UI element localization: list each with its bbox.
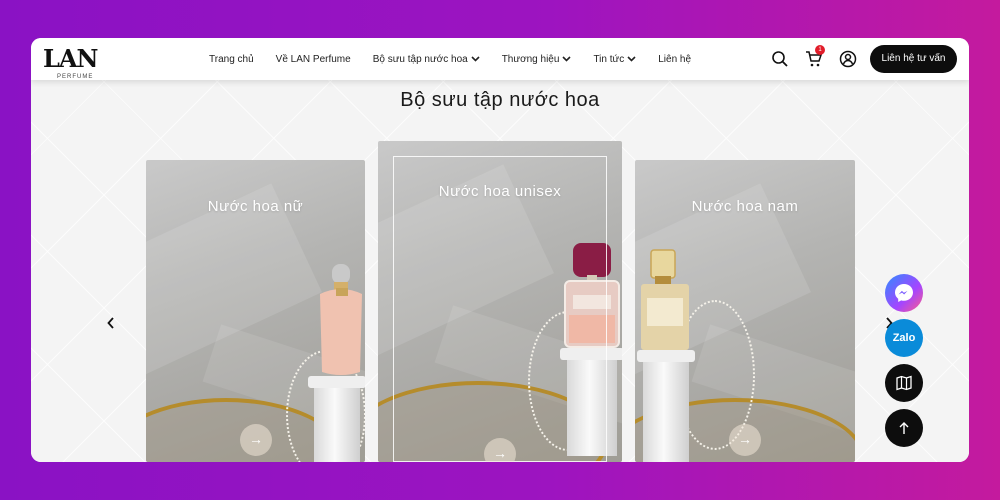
nav-item-news[interactable]: Tin tức xyxy=(593,54,636,65)
collection-card-arrow-button[interactable]: → xyxy=(240,424,272,456)
nav-item-label: Bộ sưu tập nước hoa xyxy=(372,53,468,65)
messenger-button[interactable] xyxy=(885,274,923,312)
search-icon xyxy=(772,51,788,67)
chevron-down-icon xyxy=(562,56,572,62)
collection-card-men[interactable]: Nước hoa nam → xyxy=(635,160,855,462)
search-button[interactable] xyxy=(771,50,789,68)
back-to-top-button[interactable] xyxy=(885,409,923,447)
nav-item-label: Liên hệ xyxy=(658,53,692,65)
arrow-up-icon xyxy=(899,422,909,434)
collection-card-women[interactable]: Nước hoa nữ → xyxy=(146,160,365,462)
logo[interactable]: LAN PERFUME xyxy=(43,44,123,80)
collection-card-arrow-button[interactable]: → xyxy=(729,424,761,456)
nav-item-label: Thương hiệu xyxy=(501,53,560,65)
card-highlight-border xyxy=(393,156,607,462)
chevron-down-icon xyxy=(627,56,636,62)
browser-frame: LAN PERFUME Trang chủ Về LAN Perfume Bộ … xyxy=(31,38,969,462)
collection-card-title: Nước hoa unisex xyxy=(438,183,562,200)
map-button[interactable] xyxy=(885,364,923,402)
nav-item-brands[interactable]: Thương hiệu xyxy=(502,54,572,65)
user-icon xyxy=(839,50,857,68)
collection-card-title: Nước hoa nam xyxy=(691,198,799,215)
cart-button[interactable]: 1 xyxy=(805,45,825,68)
main-nav: Trang chủ Về LAN Perfume Bộ sưu tập nước… xyxy=(209,38,713,80)
perfume-bottle-gold xyxy=(641,249,689,350)
carousel-prev-button[interactable] xyxy=(107,316,115,332)
account-button[interactable] xyxy=(839,50,857,68)
arrow-right-icon: → xyxy=(493,445,507,461)
collection-card-unisex[interactable]: Nước hoa unisex → xyxy=(378,141,622,462)
chevron-down-icon xyxy=(471,56,480,62)
collection-card-arrow-button[interactable]: → xyxy=(484,438,516,462)
section-title: Bộ sưu tập nước hoa xyxy=(400,89,600,111)
pedestal xyxy=(314,385,360,462)
arrow-right-icon: → xyxy=(738,431,752,447)
arrow-right-icon: → xyxy=(249,431,263,447)
perfume-bottle-pink xyxy=(320,264,362,375)
collection-card-title: Nước hoa nữ xyxy=(207,198,304,215)
zalo-icon: Zalo xyxy=(892,332,916,344)
contact-consult-button[interactable]: Liên hệ tư vấn xyxy=(870,45,957,73)
messenger-icon xyxy=(895,284,913,302)
pedestal xyxy=(643,358,689,462)
logo-subtext: PERFUME xyxy=(57,74,94,80)
map-icon xyxy=(896,375,912,391)
cart-count-badge: 1 xyxy=(815,45,825,55)
zalo-button[interactable]: Zalo xyxy=(885,319,923,357)
chevron-left-icon xyxy=(107,317,114,329)
nav-item-label: Tin tức xyxy=(593,53,625,65)
nav-item-about[interactable]: Về LAN Perfume xyxy=(276,54,351,65)
nav-item-contact[interactable]: Liên hệ xyxy=(658,54,691,65)
nav-item-collections[interactable]: Bộ sưu tập nước hoa xyxy=(373,54,480,65)
nav-item-home[interactable]: Trang chủ xyxy=(209,54,254,65)
nav-item-label: Về LAN Perfume xyxy=(275,53,351,65)
nav-item-label: Trang chủ xyxy=(209,53,254,65)
site-header: LAN PERFUME Trang chủ Về LAN Perfume Bộ … xyxy=(31,38,969,80)
